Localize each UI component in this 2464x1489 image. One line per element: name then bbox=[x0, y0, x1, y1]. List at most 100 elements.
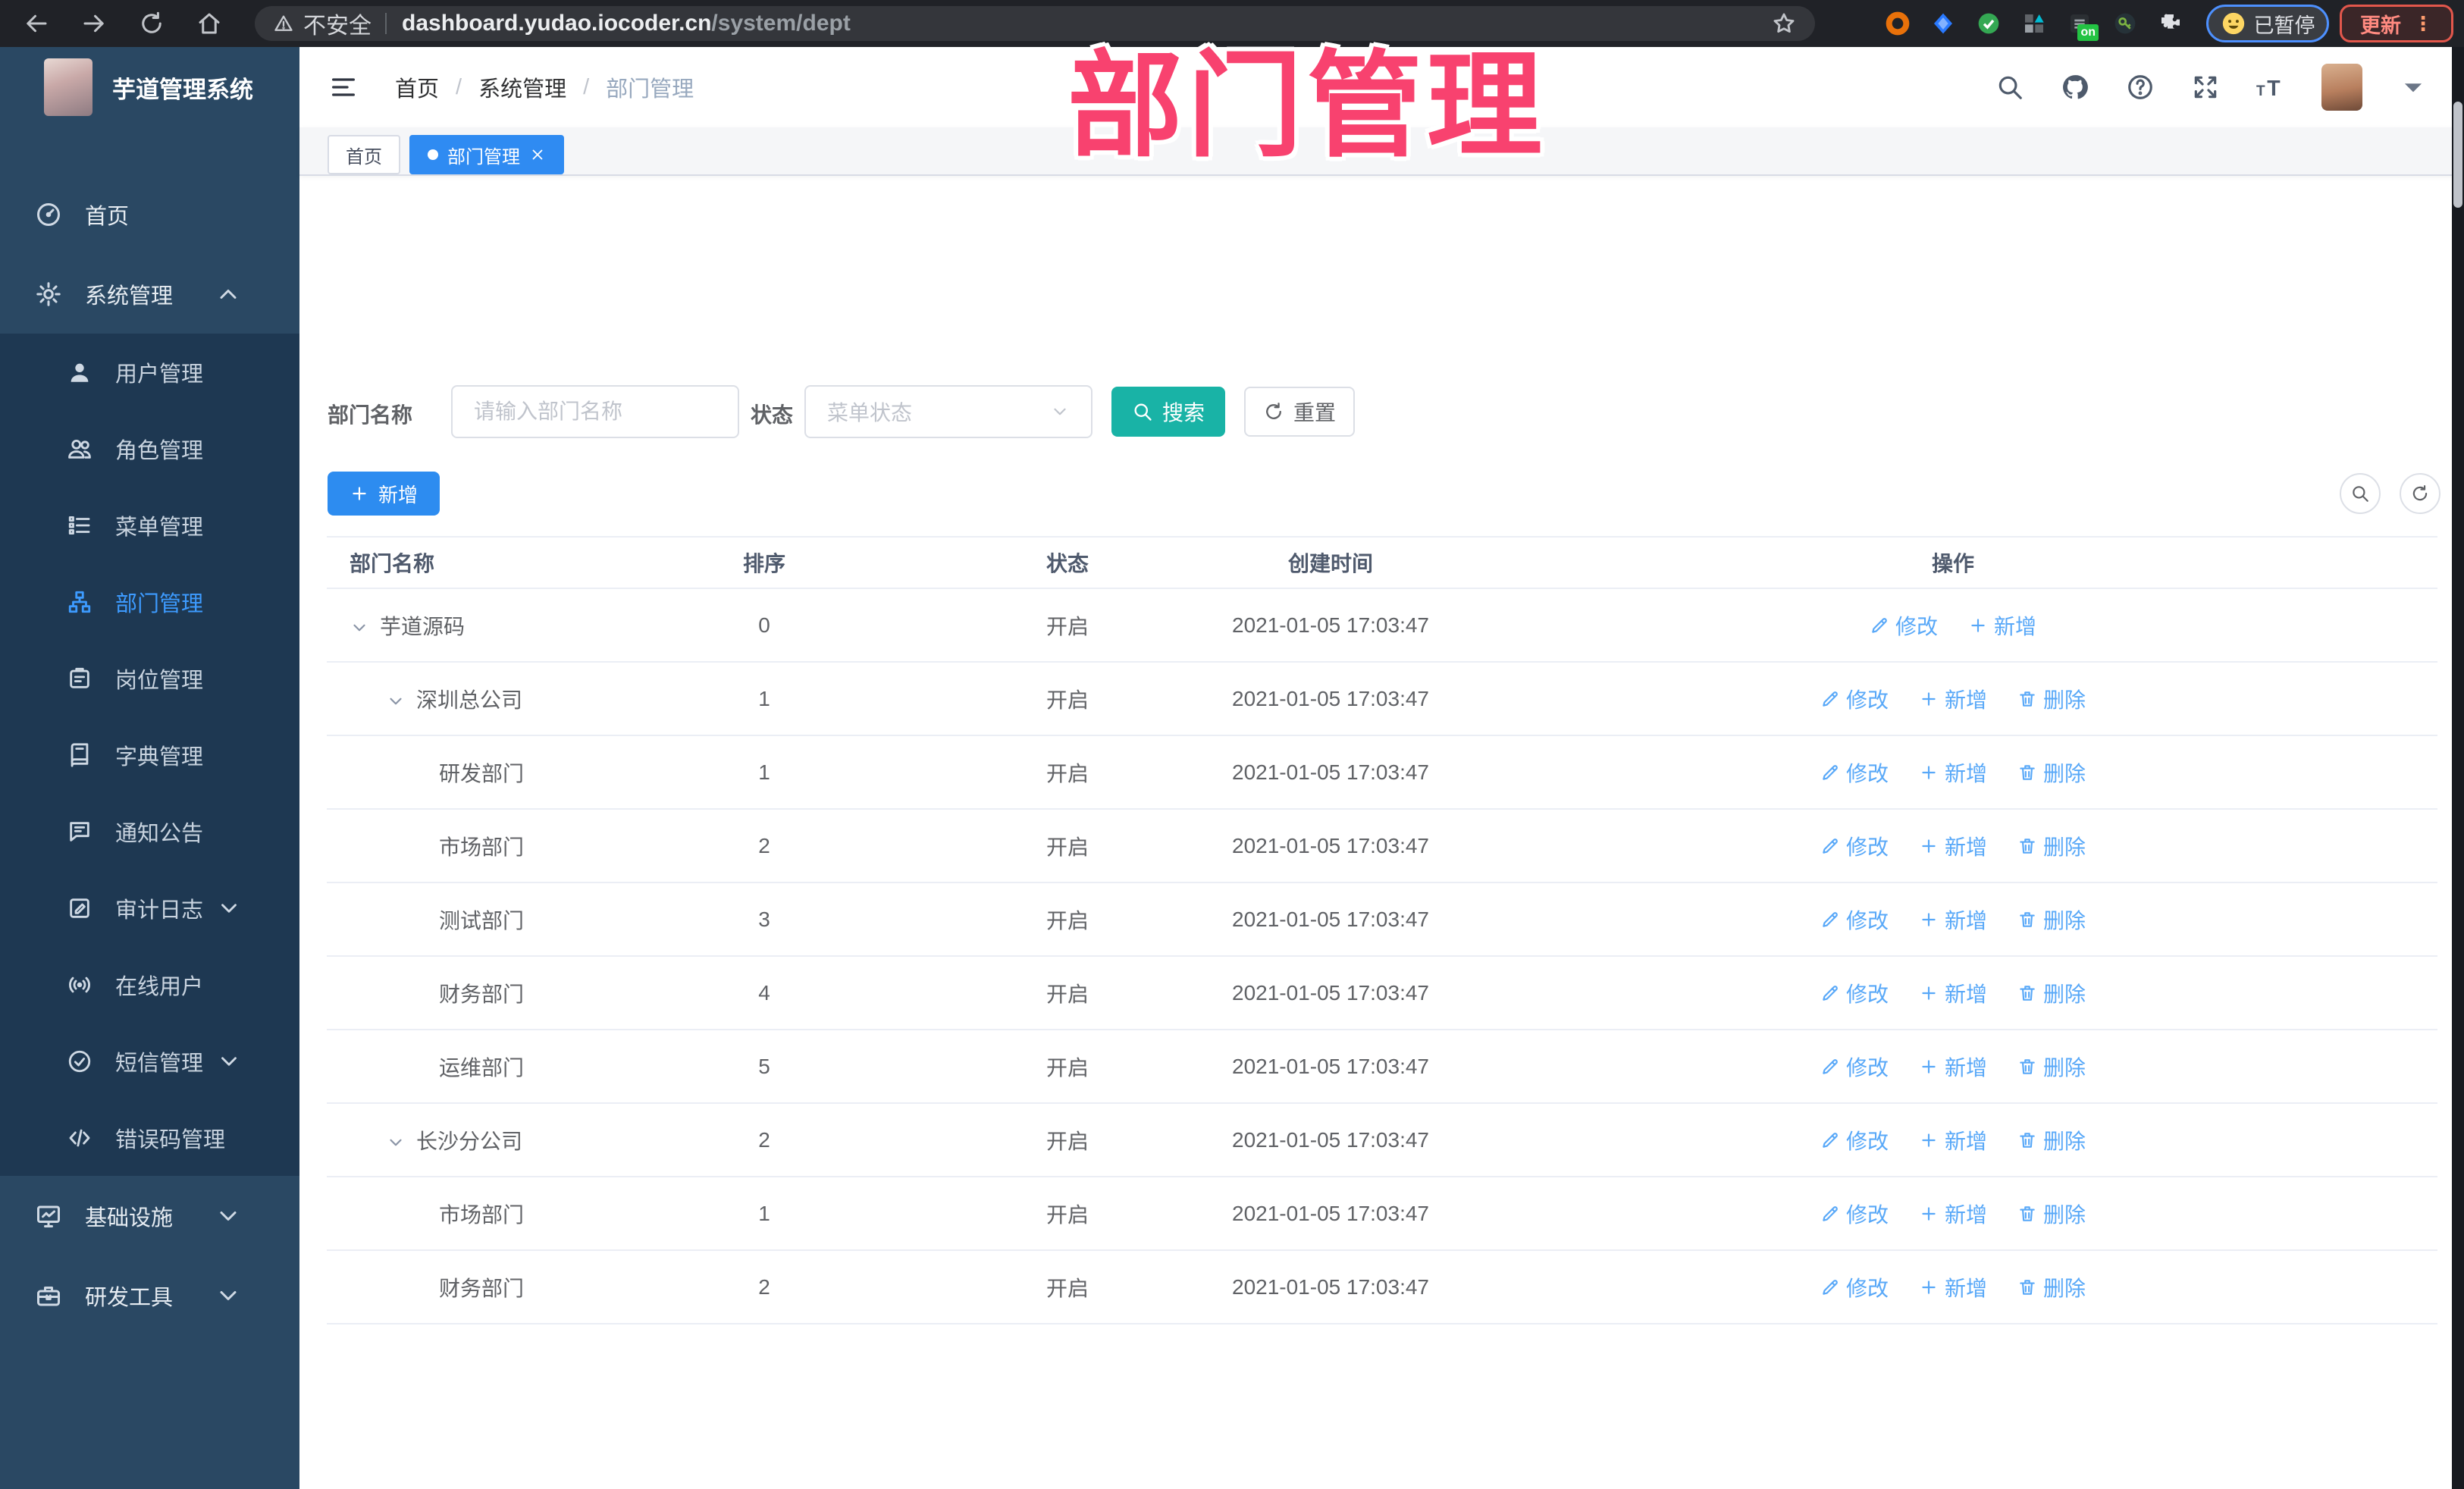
delete-link[interactable]: 删除 bbox=[2017, 978, 2086, 1008]
delete-link[interactable]: 删除 bbox=[2017, 684, 2086, 714]
delete-link[interactable]: 删除 bbox=[2017, 1199, 2086, 1229]
add-link[interactable]: 新增 bbox=[1919, 1125, 1987, 1155]
url-host: dashboard.yudao.iocoder.cn bbox=[402, 11, 712, 36]
forward-arrow-icon[interactable] bbox=[80, 10, 108, 37]
modify-link[interactable]: 修改 bbox=[1870, 610, 1938, 641]
sidebar-item-字典管理[interactable]: 字典管理 bbox=[0, 716, 299, 793]
sidebar-item-审计日志[interactable]: 审计日志 bbox=[0, 870, 299, 946]
browser-profile-chip[interactable]: 已暂停 bbox=[2206, 5, 2329, 42]
plus-icon bbox=[1919, 836, 1939, 856]
sidebar-item-岗位管理[interactable]: 岗位管理 bbox=[0, 640, 299, 716]
reset-button[interactable]: 重置 bbox=[1244, 387, 1355, 437]
breadcrumb-home[interactable]: 首页 bbox=[395, 71, 439, 103]
add-link[interactable]: 新增 bbox=[1919, 831, 1987, 861]
search-button[interactable]: 搜索 bbox=[1111, 387, 1225, 437]
sidebar-item-错误码管理[interactable]: 错误码管理 bbox=[0, 1099, 299, 1176]
expand-arrow-icon[interactable] bbox=[386, 1133, 406, 1152]
fullscreen-icon[interactable] bbox=[2191, 73, 2220, 102]
add-link[interactable]: 新增 bbox=[1919, 757, 1987, 788]
bookmark-star-icon[interactable] bbox=[1771, 11, 1797, 36]
table-row: 运维部门 5 开启 2021-01-05 17:03:47 修改 新增 删除 bbox=[327, 1030, 2437, 1104]
header-search-icon[interactable] bbox=[1995, 73, 2024, 102]
modify-link[interactable]: 修改 bbox=[1820, 1125, 1889, 1155]
address-bar[interactable]: 不安全 dashboard.yudao.iocoder.cn /system/d… bbox=[255, 6, 1815, 41]
back-arrow-icon[interactable] bbox=[23, 10, 50, 37]
modify-link[interactable]: 修改 bbox=[1820, 1052, 1889, 1082]
close-icon[interactable] bbox=[529, 146, 546, 163]
reload-icon[interactable] bbox=[138, 10, 165, 37]
delete-link[interactable]: 删除 bbox=[2017, 757, 2086, 788]
status-select[interactable]: 菜单状态 bbox=[804, 385, 1092, 438]
modify-link[interactable]: 修改 bbox=[1820, 684, 1889, 714]
add-link[interactable]: 新增 bbox=[1919, 978, 1987, 1008]
sidebar-item-菜单管理[interactable]: 菜单管理 bbox=[0, 487, 299, 563]
toggle-search-button[interactable] bbox=[2340, 473, 2381, 514]
sidebar-item-基础设施[interactable]: 基础设施 bbox=[0, 1176, 299, 1255]
dept-name-cell: 深圳总公司 bbox=[327, 662, 586, 736]
ext-tag-on-icon[interactable]: on bbox=[2067, 11, 2099, 41]
ext-puzzle-icon[interactable] bbox=[2158, 11, 2183, 36]
dept-name-input[interactable] bbox=[451, 385, 739, 438]
sidebar-item-系统管理[interactable]: 系统管理 bbox=[0, 254, 299, 334]
caret-down-icon[interactable] bbox=[2399, 73, 2428, 102]
dept-time-cell: 2021-01-05 17:03:47 bbox=[1193, 662, 1469, 736]
modify-link[interactable]: 修改 bbox=[1820, 978, 1889, 1008]
sidebar-item-角色管理[interactable]: 角色管理 bbox=[0, 410, 299, 487]
edit-icon bbox=[1820, 1130, 1840, 1150]
delete-link[interactable]: 删除 bbox=[2017, 831, 2086, 861]
add-link[interactable]: 新增 bbox=[1968, 610, 2036, 641]
refresh-table-button[interactable] bbox=[2400, 473, 2440, 514]
add-link[interactable]: 新增 bbox=[1919, 1199, 1987, 1229]
tab-首页[interactable]: 首页 bbox=[328, 135, 400, 174]
plus-icon bbox=[1919, 1277, 1939, 1297]
sidebar-item-通知公告[interactable]: 通知公告 bbox=[0, 793, 299, 870]
sidebar-header[interactable]: 芋道管理系统 bbox=[0, 47, 299, 127]
sidebar-item-在线用户[interactable]: 在线用户 bbox=[0, 946, 299, 1023]
expand-arrow-icon[interactable] bbox=[350, 618, 369, 638]
modify-link[interactable]: 修改 bbox=[1820, 1272, 1889, 1302]
add-dept-button[interactable]: 新增 bbox=[328, 472, 440, 516]
sidebar-item-部门管理[interactable]: 部门管理 bbox=[0, 563, 299, 640]
delete-link[interactable]: 删除 bbox=[2017, 1125, 2086, 1155]
delete-link[interactable]: 删除 bbox=[2017, 904, 2086, 935]
sidebar-item-研发工具[interactable]: 研发工具 bbox=[0, 1255, 299, 1335]
hamburger-icon[interactable] bbox=[328, 72, 359, 102]
megaphone-icon bbox=[67, 819, 92, 845]
modify-link[interactable]: 修改 bbox=[1820, 904, 1889, 935]
search-icon bbox=[1132, 401, 1153, 422]
ext-key-icon[interactable] bbox=[2112, 11, 2138, 36]
browser-update-button[interactable]: 更新 ⋮ bbox=[2340, 5, 2453, 42]
add-link[interactable]: 新增 bbox=[1919, 684, 1987, 714]
sidebar-item-label: 短信管理 bbox=[115, 1051, 204, 1076]
chevron-down-icon bbox=[215, 1202, 242, 1230]
ext-green-check-icon[interactable] bbox=[1976, 11, 2002, 36]
breadcrumb-system[interactable]: 系统管理 bbox=[478, 71, 566, 103]
ext-orange-ring-icon[interactable] bbox=[1885, 11, 1911, 36]
dept-sort-cell: 4 bbox=[586, 956, 942, 1030]
delete-link[interactable]: 删除 bbox=[2017, 1272, 2086, 1302]
tab-部门管理[interactable]: 部门管理 bbox=[409, 135, 564, 174]
modify-link[interactable]: 修改 bbox=[1820, 757, 1889, 788]
user-avatar[interactable] bbox=[2321, 64, 2362, 111]
add-link[interactable]: 新增 bbox=[1919, 904, 1987, 935]
github-icon[interactable] bbox=[2061, 73, 2089, 102]
scrollbar-thumb[interactable] bbox=[2453, 102, 2462, 208]
add-link[interactable]: 新增 bbox=[1919, 1052, 1987, 1082]
help-icon[interactable] bbox=[2126, 73, 2155, 102]
sidebar-item-短信管理[interactable]: 短信管理 bbox=[0, 1023, 299, 1099]
add-link[interactable]: 新增 bbox=[1919, 1272, 1987, 1302]
modify-link[interactable]: 修改 bbox=[1820, 831, 1889, 861]
plus-icon bbox=[1919, 1130, 1939, 1150]
home-icon[interactable] bbox=[196, 10, 223, 37]
sidebar-item-用户管理[interactable]: 用户管理 bbox=[0, 334, 299, 410]
ext-grid-icon[interactable] bbox=[2021, 11, 2047, 36]
ext-blue-gem-icon[interactable] bbox=[1930, 11, 1956, 36]
delete-link[interactable]: 删除 bbox=[2017, 1052, 2086, 1082]
browser-menu-icon[interactable]: ⋮ bbox=[2413, 12, 2433, 36]
modify-link[interactable]: 修改 bbox=[1820, 1199, 1889, 1229]
page-scrollbar[interactable] bbox=[2452, 47, 2464, 1489]
dept-sort-cell: 1 bbox=[586, 1177, 942, 1251]
expand-arrow-icon[interactable] bbox=[386, 691, 406, 711]
fontsize-icon[interactable]: TT bbox=[2256, 73, 2285, 102]
sidebar-item-首页[interactable]: 首页 bbox=[0, 174, 299, 254]
